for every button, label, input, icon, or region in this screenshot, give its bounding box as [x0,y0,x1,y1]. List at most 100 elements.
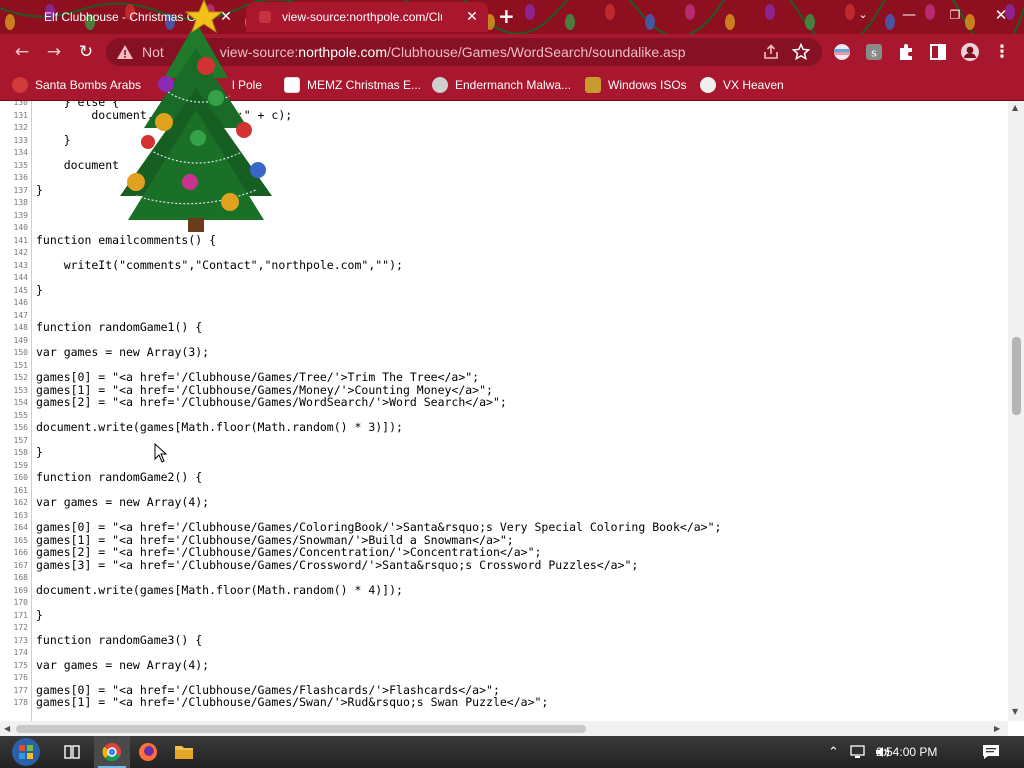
line-number: 157 [13,435,28,445]
line-number: 148 [13,323,28,332]
line-number: 165 [13,535,28,545]
horizontal-scroll-thumb[interactable] [16,725,586,733]
extension-flag-icon[interactable] [832,42,852,62]
new-tab-plus-icon[interactable]: + [498,5,515,27]
code-line: } [36,282,43,297]
line-number: 171 [13,610,28,620]
line-number: 150 [13,348,28,357]
bookmark-star-icon[interactable] [792,43,810,61]
scroll-right-arrow-icon[interactable]: ▶ [994,724,1000,733]
scroll-down-arrow-icon[interactable]: ▼ [1012,707,1018,716]
line-number: 176 [13,673,28,682]
url-path: /Clubhouse/Games/WordSearch/soundalike.a… [387,44,686,60]
line-number: 174 [13,648,28,657]
forward-arrow-icon[interactable]: → [42,40,66,64]
endermanch-favicon-icon [432,77,448,93]
line-number: 173 [13,635,28,645]
code-line: games[1] = "<a href='/Clubhouse/Games/Sw… [36,695,549,709]
firefox-taskbar-icon[interactable] [130,736,166,768]
line-number: 149 [13,335,28,345]
code-line: writeIt("comments","Contact","northpole.… [36,257,403,272]
line-number: 153 [13,385,28,395]
bookmark-label: Windows ISOs [608,78,687,92]
line-number: 133 [13,135,28,145]
line-number: 132 [13,123,28,132]
code-line: var games = new Array(4); [36,657,210,672]
line-number: 141 [13,235,28,245]
windows-taskbar: ⌃ 2:54:00 PM [0,736,1024,768]
code-line: document.write(games[Math.floor(Math.ran… [36,420,403,434]
line-number: 178 [13,698,28,707]
vertical-scroll-thumb[interactable] [1012,337,1021,415]
line-number: 170 [13,598,28,607]
line-number: 158 [13,448,28,457]
line-number: 169 [13,585,28,595]
action-center-icon[interactable] [982,744,1000,760]
bookmark-vx-heaven[interactable]: VX Heaven [700,76,784,94]
menu-kebab-icon[interactable]: ⋮ [990,40,1014,64]
mouse-cursor-icon [154,443,168,463]
vertical-scrollbar[interactable]: ▲ ▼ [1008,101,1024,721]
light-bulb [645,14,655,30]
line-number: 167 [13,560,28,570]
bookmark-endermanch-malware[interactable]: Endermanch Malwa... [432,76,571,94]
light-bulb [725,14,735,30]
line-number: 177 [13,685,28,695]
bookmark-label: VX Heaven [723,78,784,92]
close-window-icon[interactable]: ✕ [978,0,1024,30]
line-number: 168 [13,573,28,582]
chrome-taskbar-icon[interactable] [94,736,130,768]
bookmark-windows-isos[interactable]: Windows ISOs [585,76,687,94]
file-explorer-taskbar-icon[interactable] [166,736,202,768]
light-bulb [765,4,775,20]
horizontal-scrollbar[interactable]: ◀ ▶ [0,721,1008,736]
line-number-gutter-divider [31,101,32,721]
code-line: } [36,445,43,459]
line-number: 146 [13,298,28,307]
restore-icon[interactable]: ❐ [932,0,978,30]
share-icon[interactable] [762,43,780,61]
network-icon[interactable] [850,745,868,759]
reload-icon[interactable]: ↻ [74,40,98,64]
minimize-icon[interactable]: — [886,0,932,30]
line-number: 164 [13,523,28,532]
profile-avatar-icon[interactable] [960,42,980,62]
line-number: 163 [13,510,28,520]
line-number: 162 [13,498,28,507]
tab-search-chevron-icon[interactable]: ⌄ [840,0,886,30]
back-arrow-icon[interactable]: ← [10,40,34,64]
extension-s-icon[interactable]: s [864,42,884,62]
line-number: 160 [13,473,28,482]
line-number: 138 [13,198,28,207]
line-number: 147 [13,310,28,320]
side-panel-icon[interactable] [928,42,948,62]
start-button-icon[interactable] [6,736,46,768]
show-hidden-icons-chevron-icon[interactable]: ⌃ [828,745,839,760]
light-bulb [685,4,695,20]
line-number: 151 [13,360,28,370]
line-number: 134 [13,148,28,157]
scroll-left-arrow-icon[interactable]: ◀ [4,724,10,733]
line-number: 130 [13,101,28,107]
line-number: 154 [13,398,28,407]
url-domain: northpole.com [298,44,387,60]
memz-favicon-icon [284,77,300,93]
code-line: games[3] = "<a href='/Clubhouse/Games/Cr… [36,557,639,572]
light-bulb [525,4,535,20]
task-view-icon[interactable] [54,736,90,768]
taskbar-clock[interactable]: 2:54:00 PM [876,745,937,759]
line-number: 156 [13,423,28,432]
bookmark-memz-christmas[interactable]: MEMZ Christmas E... [284,76,421,94]
santa-favicon-icon [12,77,28,93]
light-bulb [605,4,615,20]
close-tab-icon[interactable]: ✕ [464,8,480,25]
light-bulb [805,14,815,30]
scroll-up-arrow-icon[interactable]: ▲ [1012,103,1018,112]
line-number: 161 [13,485,28,495]
code-line: } [36,607,43,622]
tab-label: view-source:northpole.com/Club [282,10,442,24]
light-bulb [565,14,575,30]
line-number: 135 [13,160,28,170]
extensions-puzzle-icon[interactable] [896,42,916,62]
code-line: } [36,182,43,197]
